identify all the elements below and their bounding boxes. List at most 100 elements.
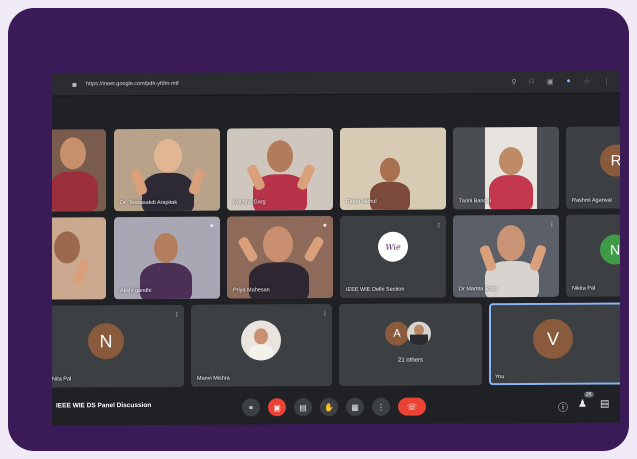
mic-muted-icon: ⁝ xyxy=(437,222,440,230)
video-feed xyxy=(52,129,106,212)
participant-name: Rachna Garg xyxy=(233,199,266,206)
browser-url-bar[interactable]: ■ https://meet.google.com/pdh-yfdm-mtf ⚲… xyxy=(52,70,620,97)
body xyxy=(489,174,533,210)
captions-icon: ▤ xyxy=(299,402,307,412)
face xyxy=(263,226,293,263)
face xyxy=(254,328,268,345)
meeting-controls-bar: IEEE WIE DS Panel Discussion ⚭ ▣ ▤ ✋ ▦ ⋮… xyxy=(52,388,620,426)
body xyxy=(52,171,98,212)
participant-name: Nita Pal xyxy=(52,376,72,383)
end-call-icon: ☏ xyxy=(406,402,417,412)
participant-tile[interactable]: Tarini Bandal xyxy=(453,126,559,210)
menu-icon[interactable]: ⋮ xyxy=(603,78,610,86)
video-feed xyxy=(227,216,333,299)
avatar: V xyxy=(533,318,573,359)
more-options-icon: ⋮ xyxy=(377,402,385,412)
participant-name: Dr Mamta Bhan xyxy=(459,286,498,293)
participant-tile[interactable]: ● Akshi gandhi xyxy=(114,216,220,300)
video-feed xyxy=(227,128,333,211)
participant-tile[interactable]: N ⁝ Nita Pal xyxy=(52,304,184,388)
lock-icon: ■ xyxy=(72,79,77,89)
captions-button[interactable]: ▤ xyxy=(294,398,312,417)
ieee-wie-logo: Wie xyxy=(378,231,408,262)
avatar-photo xyxy=(241,320,281,361)
browser-toolbar-icons: ⚲ □ ▣ ● ☆ ⋮ xyxy=(511,78,610,86)
participant-tile[interactable]: ⁝ Manvi Mishra xyxy=(191,304,332,387)
leave-call-button[interactable]: ☏ xyxy=(398,397,426,416)
present-icon: ▦ xyxy=(351,402,359,412)
avatar: R xyxy=(600,144,620,177)
face xyxy=(380,157,400,182)
video-feed xyxy=(453,126,559,210)
participant-name: IEEE WIE Delhi Section xyxy=(346,286,405,293)
face xyxy=(60,137,86,170)
face xyxy=(54,231,80,264)
video-feed xyxy=(114,217,220,300)
avatar: N xyxy=(600,234,620,265)
participant-name: Akshi gandhi xyxy=(120,287,152,295)
participant-tile[interactable]: R Rashmi Agarwal xyxy=(566,126,620,209)
others-count-label: 21 others xyxy=(397,357,424,364)
hand xyxy=(528,244,548,272)
camera-off-icon: ▣ xyxy=(273,402,281,412)
microphone-icon: ⚭ xyxy=(247,402,255,412)
raise-hand-icon: ✋ xyxy=(324,402,334,412)
raise-hand-button[interactable]: ✋ xyxy=(320,397,338,417)
face xyxy=(497,225,525,262)
participant-name: Nikita Pal xyxy=(572,285,596,292)
body xyxy=(410,334,428,346)
self-tile[interactable]: V You xyxy=(489,302,620,386)
face xyxy=(499,147,523,176)
purple-card-background: ■ https://meet.google.com/pdh-yfdm-mtf ⚲… xyxy=(8,8,629,451)
hand xyxy=(72,258,90,287)
hand xyxy=(237,235,259,264)
participant-tile[interactable] xyxy=(52,129,106,212)
mic-muted-icon: ● xyxy=(209,222,214,230)
hand xyxy=(478,244,498,273)
extension-icon[interactable]: ▣ xyxy=(547,78,554,86)
avatar: A xyxy=(385,321,409,346)
participant-tile[interactable] xyxy=(52,217,106,300)
tab-icon[interactable]: □ xyxy=(530,78,534,86)
participant-name: Tarini Bandal xyxy=(459,198,491,205)
mic-muted-icon: ● xyxy=(322,222,327,230)
face xyxy=(154,138,182,173)
avatar-photo xyxy=(407,321,431,346)
body xyxy=(370,181,410,210)
participant-tile[interactable]: N Nikita Pal xyxy=(566,214,620,297)
microphone-button[interactable]: ⚭ xyxy=(242,398,260,417)
meet-window: ■ https://meet.google.com/pdh-yfdm-mtf ⚲… xyxy=(52,70,620,426)
hand xyxy=(187,167,207,196)
mic-muted-icon: ⁝ xyxy=(175,311,178,319)
key-icon[interactable]: ⚲ xyxy=(511,78,516,86)
people-icon[interactable]: ♟ xyxy=(578,399,587,410)
camera-toggle-button[interactable]: ▣ xyxy=(268,398,286,417)
star-icon[interactable]: ☆ xyxy=(584,78,590,86)
mic-muted-icon: ⁝ xyxy=(323,311,326,319)
video-feed xyxy=(453,215,559,298)
video-feed xyxy=(114,129,220,212)
hand xyxy=(303,235,325,263)
participant-name: Ekata Mehul xyxy=(346,198,377,205)
url-text[interactable]: https://meet.google.com/pdh-yfdm-mtf xyxy=(86,79,511,87)
body xyxy=(249,344,273,361)
avatar: N xyxy=(88,323,124,360)
people-count-badge: 26 xyxy=(584,391,594,398)
participant-tile[interactable]: ● Priya Mahesan xyxy=(227,216,333,299)
participant-tile-others[interactable]: A 21 others xyxy=(339,303,482,386)
info-icon[interactable]: ⓘ xyxy=(558,399,568,414)
present-button[interactable]: ▦ xyxy=(346,397,364,416)
participant-tile[interactable]: Rachna Garg xyxy=(227,128,333,211)
video-feed xyxy=(52,217,106,299)
participant-tile[interactable]: Wie ⁝ IEEE WIE Delhi Section xyxy=(340,215,446,298)
profile-icon[interactable]: ● xyxy=(566,78,570,86)
face xyxy=(154,232,178,263)
participant-tile[interactable]: Dr. Tessasakdi Arapitak xyxy=(114,128,220,212)
more-options-button[interactable]: ⋮ xyxy=(372,397,390,416)
meeting-title: IEEE WIE DS Panel Discussion xyxy=(56,401,152,410)
chat-icon[interactable]: ▤ xyxy=(600,399,609,410)
participant-tile[interactable]: ⁝ Dr Mamta Bhan xyxy=(453,214,559,298)
video-feed xyxy=(340,127,446,210)
participant-name: Manvi Mishra xyxy=(197,375,230,382)
participant-tile[interactable]: Ekata Mehul xyxy=(340,127,446,210)
